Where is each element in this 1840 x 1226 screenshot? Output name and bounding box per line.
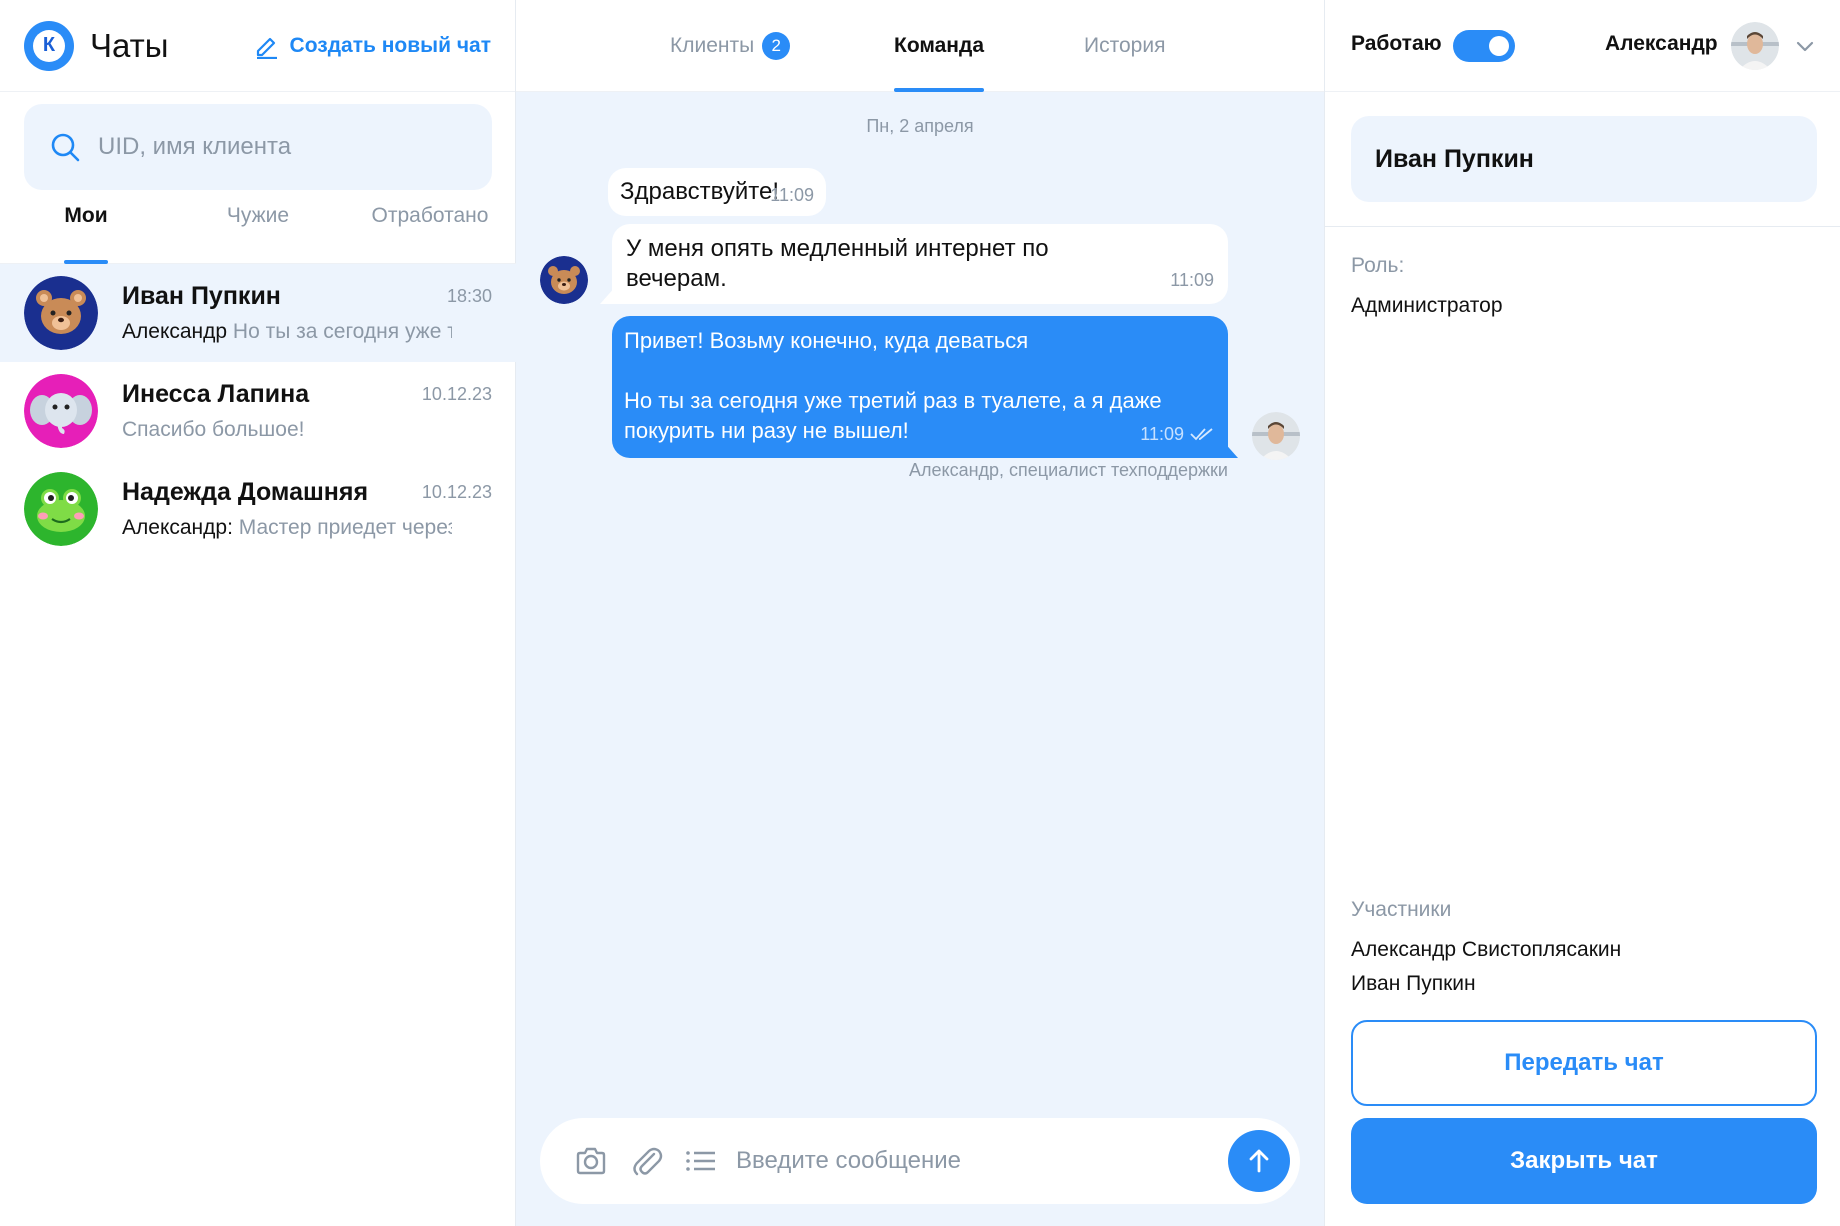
conversation-tabs: Клиенты 2 Команда История xyxy=(516,0,1324,92)
operator-avatar[interactable] xyxy=(1731,22,1779,70)
close-chat-button[interactable]: Закрыть чат xyxy=(1351,1118,1817,1204)
message-time: 11:09 xyxy=(1170,270,1214,290)
operator-name[interactable]: Александр xyxy=(1605,32,1718,56)
tab-others[interactable]: Чужие xyxy=(222,204,294,264)
chat-name: Надежда Домашняя xyxy=(122,478,369,506)
date-separator: Пн, 2 апреля xyxy=(866,116,974,136)
chat-list-item[interactable]: Инесса Лапина 10.12.23 Спасибо большое! xyxy=(0,362,516,460)
search-box xyxy=(24,104,492,190)
tab-clients-label: Клиенты xyxy=(670,34,755,57)
message-input[interactable] xyxy=(736,1138,1216,1184)
operator-avatar xyxy=(1252,412,1300,460)
message-composer xyxy=(540,1118,1300,1204)
conversation-panel: Клиенты 2 Команда История Пн, 2 апреля З… xyxy=(516,0,1324,1226)
create-chat-label: Создать новый чат xyxy=(289,33,491,57)
arrow-up-icon xyxy=(1249,1149,1269,1173)
tab-clients[interactable]: Клиенты 2 xyxy=(670,0,791,92)
send-button[interactable] xyxy=(1228,1130,1290,1192)
chat-preview-text: Спасибо большое! xyxy=(122,418,305,441)
clients-count-badge: 2 xyxy=(762,32,791,60)
pencil-icon xyxy=(256,37,277,59)
message-time: 11:09 xyxy=(1140,424,1184,444)
elephant-avatar-icon xyxy=(24,374,98,448)
chat-list-panel: К Чаты Создать новый чат Мои Чужие Отраб… xyxy=(0,0,516,1226)
bear-avatar-icon xyxy=(24,276,98,350)
app-title: Чаты xyxy=(90,26,169,64)
tab-history[interactable]: История xyxy=(1084,0,1165,92)
client-message: Здравствуйте! 11:09 xyxy=(608,168,826,216)
camera-icon[interactable] xyxy=(574,1144,608,1178)
chat-preview: Александр: Мастер приедет через час xyxy=(122,516,452,540)
chat-time: 10.12.23 xyxy=(421,384,492,404)
divider xyxy=(1325,226,1840,227)
tab-processed[interactable]: Отработано xyxy=(368,204,492,264)
tab-team[interactable]: Команда xyxy=(894,0,984,92)
chat-preview: Спасибо большое! xyxy=(122,418,452,442)
chat-preview-text: Мастер приедет через час xyxy=(238,516,452,539)
bubble-tail xyxy=(1222,440,1238,458)
chat-preview-author: Александр: xyxy=(122,516,233,539)
create-chat-button[interactable]: Создать новый чат xyxy=(254,33,491,59)
operator-message: Привет! Возьму конечно, куда деваться Но… xyxy=(612,316,1228,458)
chat-preview: Александр Но ты за сегодня уже третий ра… xyxy=(122,320,452,344)
message-time: 11:09 xyxy=(770,185,814,205)
chat-name: Инесса Лапина xyxy=(122,380,310,408)
chat-list-item[interactable]: Иван Пупкин 18:30 Александр Но ты за сег… xyxy=(0,264,516,362)
work-status-toggle[interactable] xyxy=(1453,30,1515,62)
app-logo: К xyxy=(24,20,74,71)
role-value: Администратор xyxy=(1351,294,1503,317)
chat-list-item[interactable]: Надежда Домашняя 10.12.23 Александр: Мас… xyxy=(0,460,516,558)
paperclip-icon[interactable] xyxy=(630,1144,664,1178)
operator-header: Работаю Александр xyxy=(1325,0,1840,92)
message-text: Здравствуйте! xyxy=(620,178,780,205)
chat-time: 18:30 xyxy=(446,286,492,306)
chevron-down-icon[interactable] xyxy=(1795,36,1815,56)
list-icon[interactable] xyxy=(684,1144,718,1178)
client-avatar xyxy=(540,256,588,304)
left-header: К Чаты Создать новый чат xyxy=(0,0,515,92)
role-label: Роль: xyxy=(1351,254,1405,277)
chat-list: Иван Пупкин 18:30 Александр Но ты за сег… xyxy=(0,264,516,558)
chat-preview-text: Но ты за сегодня уже третий раз в туалет… xyxy=(232,320,452,343)
search-input[interactable] xyxy=(98,133,458,161)
search-icon xyxy=(51,133,80,162)
tab-mine[interactable]: Мои xyxy=(64,204,108,264)
participant-item: Александр Свистоплясакин xyxy=(1351,938,1622,961)
message-text: У меня опять медленный интернет по вечер… xyxy=(626,235,1049,292)
chat-filter-tabs: Мои Чужие Отработано xyxy=(0,204,516,264)
double-check-icon xyxy=(1190,428,1213,441)
app-logo-letter: К xyxy=(33,29,65,62)
participants-label: Участники xyxy=(1351,898,1452,921)
chat-time: 10.12.23 xyxy=(421,482,492,502)
frog-avatar-icon xyxy=(24,472,98,546)
client-info-panel: Работаю Александр Иван Пупкин Роль: Адми… xyxy=(1324,0,1840,1226)
chat-preview-author: Александр xyxy=(122,320,228,343)
participant-item: Иван Пупкин xyxy=(1351,972,1476,995)
sender-caption: Александр, специалист техподдержки xyxy=(908,460,1228,480)
chat-name: Иван Пупкин xyxy=(122,282,281,310)
client-name-card: Иван Пупкин xyxy=(1351,116,1817,202)
transfer-chat-button[interactable]: Передать чат xyxy=(1351,1020,1817,1106)
work-status-label: Работаю xyxy=(1351,32,1442,55)
message-text: Привет! Возьму конечно, куда деваться Но… xyxy=(624,328,1162,443)
client-message: У меня опять медленный интернет по вечер… xyxy=(612,224,1228,304)
